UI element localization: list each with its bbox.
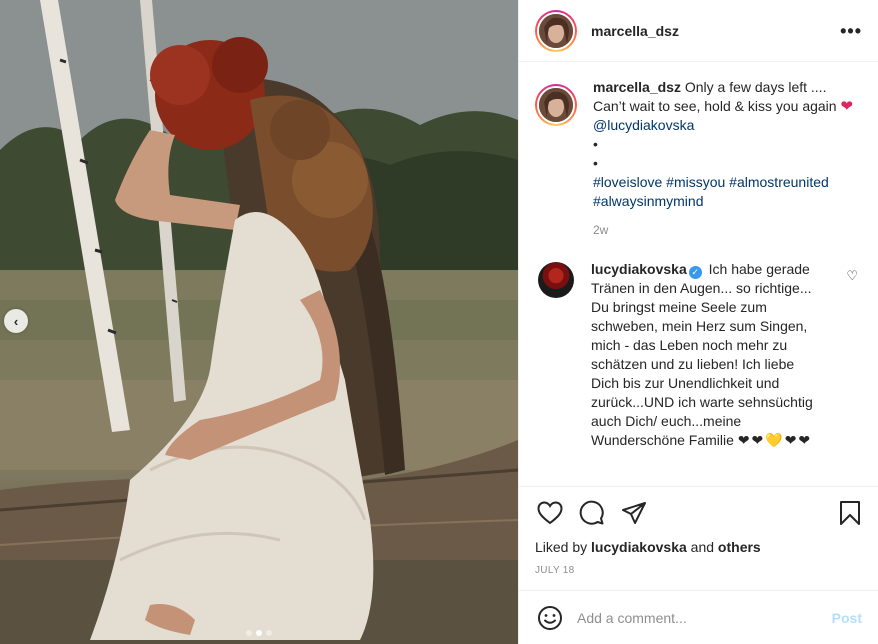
- liked-by-others[interactable]: others: [718, 539, 761, 555]
- carousel-indicator: [0, 630, 518, 636]
- comment-text: Ich habe gerade Tränen in den Augen... s…: [591, 261, 813, 448]
- smiley-icon[interactable]: [535, 603, 565, 633]
- caption-hashtags-2[interactable]: #alwaysinmymind: [593, 192, 862, 211]
- carousel-dot: [266, 630, 272, 636]
- author-avatar[interactable]: [535, 9, 577, 52]
- carousel-prev-button[interactable]: ‹: [4, 309, 28, 333]
- post-date[interactable]: JULY 18: [535, 565, 862, 576]
- carousel-dot: [246, 630, 252, 636]
- caption-hashtags[interactable]: #loveislove #missyou #almostreunited: [593, 173, 862, 192]
- liked-by: Liked by lucydiakovska and others: [535, 539, 862, 555]
- commenter-avatar[interactable]: [538, 262, 574, 298]
- carousel-dot-active: [256, 630, 262, 636]
- speech-bubble-icon[interactable]: [577, 498, 607, 528]
- comment-emoji: ❤❤💛❤❤: [737, 432, 813, 448]
- comments-area[interactable]: marcella_dsz Only a few days left .... C…: [519, 62, 878, 486]
- verified-badge-icon: ✓: [688, 266, 702, 279]
- comment-username[interactable]: lucydiakovska: [591, 261, 687, 277]
- author-username[interactable]: marcella_dsz: [591, 23, 679, 39]
- comment-like-icon[interactable]: ♡: [846, 268, 858, 284]
- caption-body: marcella_dsz Only a few days left .... C…: [593, 78, 862, 240]
- action-icons: [535, 497, 862, 529]
- add-comment-bar: Post: [519, 590, 878, 644]
- heart-outline-icon[interactable]: [535, 498, 565, 528]
- comment-item: lucydiakovska ✓ Ich habe gerade Tränen in…: [535, 260, 862, 450]
- more-options-icon[interactable]: •••: [840, 22, 862, 40]
- caption-username[interactable]: marcella_dsz: [593, 79, 681, 95]
- paper-plane-icon[interactable]: [619, 498, 649, 528]
- comment-body: lucydiakovska ✓ Ich habe gerade Tränen in…: [591, 260, 823, 450]
- liked-by-prefix: Liked by: [535, 539, 588, 555]
- post-header: marcella_dsz •••: [519, 0, 878, 62]
- liked-by-user[interactable]: lucydiakovska: [591, 539, 687, 555]
- post-caption: marcella_dsz Only a few days left .... C…: [535, 78, 862, 240]
- caption-bullet: •: [593, 155, 598, 171]
- post-photo[interactable]: ‹: [0, 0, 518, 644]
- caption-avatar[interactable]: [535, 84, 577, 126]
- caption-time: 2w: [593, 223, 609, 237]
- post-side-panel: marcella_dsz ••• marcella_dsz Only a few…: [518, 0, 878, 644]
- photo-illustration: [0, 0, 518, 644]
- post-comment-button[interactable]: Post: [832, 610, 862, 626]
- bookmark-icon[interactable]: [835, 498, 865, 528]
- instagram-post: ‹ marcella_dsz ••• marcella_dsz Only a f…: [0, 0, 878, 644]
- caption-mention[interactable]: @lucydiakovska: [593, 117, 694, 133]
- caption-bullet: •: [593, 136, 598, 152]
- add-comment-input[interactable]: [577, 609, 832, 626]
- heart-emoji: ❤: [840, 98, 854, 115]
- liked-by-and: and: [690, 539, 715, 555]
- post-actions: Liked by lucydiakovska and others JULY 1…: [519, 486, 878, 590]
